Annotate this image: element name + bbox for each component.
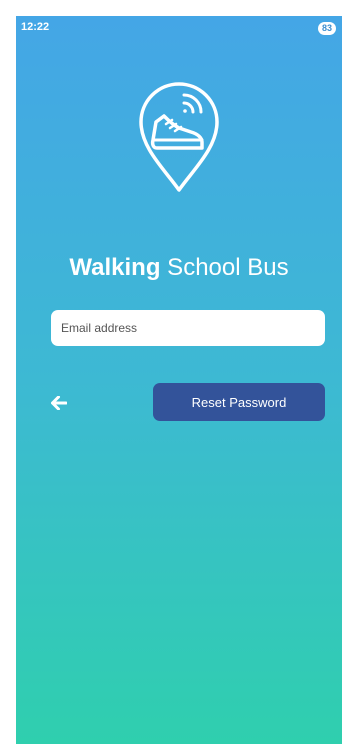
battery-indicator: 83	[318, 22, 336, 35]
status-time: 12:22	[21, 21, 50, 33]
app-title-regular: School Bus	[160, 254, 289, 281]
reset-password-button[interactable]: Reset Password	[153, 383, 325, 421]
back-button[interactable]	[46, 390, 72, 416]
app-screen: 12:22 83 Walking School Bus Reset Passwo…	[16, 16, 342, 744]
walking-shoe-location-pin-icon	[139, 82, 219, 192]
email-input[interactable]	[51, 310, 325, 346]
arrow-left-icon	[51, 396, 67, 410]
status-bar: 12:22 83	[16, 16, 342, 40]
app-title-bold: Walking	[69, 254, 161, 281]
app-title: Walking School Bus	[16, 254, 342, 282]
